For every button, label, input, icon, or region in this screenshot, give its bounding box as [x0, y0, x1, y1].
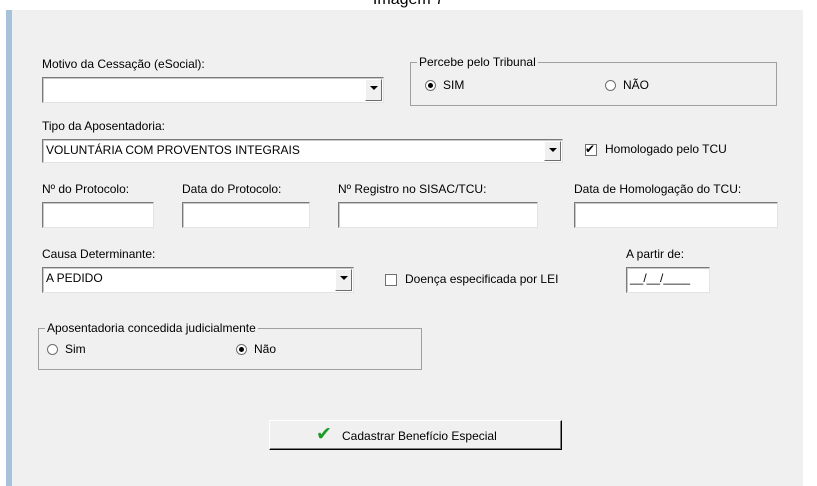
cadastrar-beneficio-label: Cadastrar Benefício Especial: [342, 429, 497, 443]
cadastrar-beneficio-button[interactable]: ✔ Cadastrar Benefício Especial: [269, 420, 562, 450]
doenca-checkbox[interactable]: [385, 274, 397, 286]
judicial-nao-label[interactable]: Não: [254, 342, 276, 356]
tipo-value: VOLUNTÁRIA COM PROVENTOS INTEGRAIS: [46, 143, 300, 157]
judicial-nao-radio[interactable]: [236, 344, 247, 355]
a-partir-label: A partir de:: [626, 247, 685, 261]
data-homologacao-label: Data de Homologação do TCU:: [574, 182, 742, 196]
tribunal-sim-label[interactable]: SIM: [443, 78, 464, 92]
checkmark-icon: ✔: [585, 142, 596, 156]
judicial-groupbox: Aposentadoria concedida judicialmente Si…: [38, 321, 422, 370]
image-caption: Imagem 7: [0, 0, 817, 9]
chevron-down-icon: [549, 148, 557, 152]
tribunal-nao-label[interactable]: NÃO: [623, 78, 649, 92]
causa-combobox[interactable]: A PEDIDO: [42, 267, 354, 293]
judicial-sim-radio[interactable]: [47, 344, 58, 355]
chevron-down-icon: [340, 276, 348, 280]
doenca-label[interactable]: Doença especificada por LEI: [405, 272, 558, 286]
tribunal-sim-radio[interactable]: [425, 80, 436, 91]
tribunal-legend: Percebe pelo Tribunal: [417, 55, 538, 69]
causa-label: Causa Determinante:: [42, 247, 156, 261]
judicial-sim-label[interactable]: Sim: [65, 342, 86, 356]
tipo-combobox[interactable]: VOLUNTÁRIA COM PROVENTOS INTEGRAIS: [42, 139, 563, 163]
protocolo-input[interactable]: [42, 202, 154, 228]
chevron-down-icon: [370, 86, 378, 90]
protocolo-label: Nº do Protocolo:: [42, 182, 130, 196]
a-partir-value: __/__/____: [630, 271, 691, 285]
data-homologacao-input[interactable]: [574, 202, 778, 228]
motivo-label: Motivo da Cessação (eSocial):: [42, 57, 205, 71]
motivo-dropdown-button[interactable]: [365, 79, 382, 101]
tipo-dropdown-button[interactable]: [544, 141, 561, 161]
homologado-label[interactable]: Homologado pelo TCU: [605, 142, 727, 156]
sisac-input[interactable]: [338, 202, 538, 228]
sisac-label: Nº Registro no SISAC/TCU:: [338, 182, 487, 196]
tribunal-groupbox: Percebe pelo Tribunal SIM NÃO: [410, 55, 777, 106]
data-protocolo-label: Data do Protocolo:: [182, 182, 282, 196]
causa-dropdown-button[interactable]: [335, 269, 352, 291]
causa-value: A PEDIDO: [46, 271, 103, 285]
beneficio-form: Motivo da Cessação (eSocial): Percebe pe…: [12, 10, 803, 486]
motivo-combobox[interactable]: [42, 77, 384, 103]
checkmark-icon: ✔: [316, 424, 332, 445]
tribunal-nao-radio[interactable]: [605, 80, 616, 91]
tipo-label: Tipo da Aposentadoria:: [42, 119, 165, 133]
judicial-legend: Aposentadoria concedida judicialmente: [45, 321, 258, 335]
a-partir-input[interactable]: __/__/____: [626, 267, 710, 293]
data-protocolo-input[interactable]: [182, 202, 310, 228]
homologado-checkbox[interactable]: ✔: [585, 142, 597, 156]
